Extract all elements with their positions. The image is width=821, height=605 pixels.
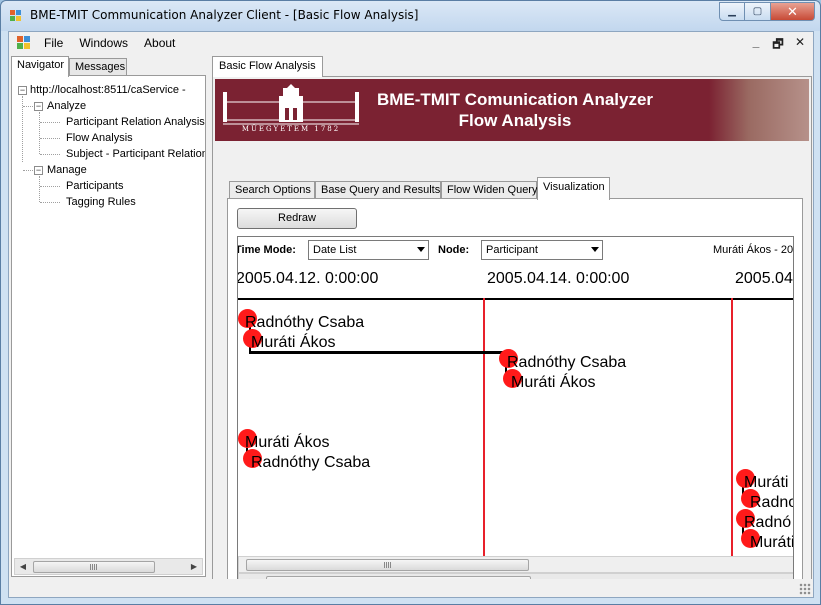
tab-flow-widen-query[interactable]: Flow Widen Query: [441, 181, 537, 199]
tree-node-service[interactable]: http://localhost:8511/caService -: [30, 82, 186, 98]
tree-node-subject-participant-relation[interactable]: Subject - Participant Relation: [66, 146, 205, 162]
scroll-thumb[interactable]: [246, 559, 529, 571]
app-window: BME-TMIT Communication Analyzer Client -…: [0, 0, 821, 605]
tab-search-options[interactable]: Search Options: [229, 181, 315, 199]
node-label-text: Radno: [750, 494, 794, 511]
navigator-panel: − http://localhost:8511/caService - − An…: [11, 75, 206, 577]
mdi-minimize-icon[interactable]: _: [749, 35, 763, 56]
banner-photo: [709, 79, 809, 141]
scroll-left-icon[interactable]: ◀: [15, 559, 31, 574]
collapse-icon[interactable]: −: [34, 166, 43, 175]
tab-navigator[interactable]: Navigator: [11, 56, 69, 77]
node-label-text: Radnóthy Csaba: [245, 314, 365, 331]
tab-messages[interactable]: Messages: [69, 58, 127, 76]
node-label-text: Muráti Ákos: [245, 434, 330, 451]
visualization-page: Redraw Time Mode: Date List Node: Partic…: [227, 198, 803, 595]
navigator-tree[interactable]: − http://localhost:8511/caService - − An…: [18, 82, 205, 552]
collapse-icon[interactable]: −: [18, 86, 27, 95]
resize-grip-icon[interactable]: [799, 583, 811, 595]
redraw-button[interactable]: Redraw: [237, 208, 357, 229]
scroll-right-icon[interactable]: ▶: [186, 559, 202, 574]
node-label-text: Muráti Ákos: [511, 374, 596, 391]
visualization-canvas[interactable]: Time Mode: Date List Node: Participant M…: [237, 236, 794, 591]
scroll-thumb[interactable]: [33, 561, 155, 573]
menu-file[interactable]: File: [44, 36, 63, 50]
tree-node-analyze[interactable]: Analyze: [47, 98, 86, 114]
tree-node-participants[interactable]: Participants: [66, 178, 123, 194]
window-title: BME-TMIT Communication Analyzer Client -…: [30, 8, 419, 22]
date-label: 2005.04: [735, 270, 793, 287]
node-label-text: Radnóthy Csaba: [251, 454, 371, 471]
tab-basic-flow-analysis[interactable]: Basic Flow Analysis: [212, 56, 323, 77]
node-select[interactable]: Participant: [481, 240, 603, 260]
mdi-close-icon[interactable]: ✕: [793, 35, 807, 56]
time-mode-select[interactable]: Date List: [308, 240, 429, 260]
time-mode-label: Time Mode:: [237, 244, 296, 256]
tree-node-flow-analysis[interactable]: Flow Analysis: [66, 130, 133, 146]
tab-base-query-results[interactable]: Base Query and Results: [315, 181, 441, 199]
tab-visualization[interactable]: Visualization: [537, 177, 610, 200]
client-area: File Windows About _ 🗗 ✕ Navigator Messa…: [8, 31, 814, 598]
title-bar[interactable]: BME-TMIT Communication Analyzer Client -…: [1, 1, 820, 31]
tree-node-participant-relation-analysis[interactable]: Participant Relation Analysis: [66, 114, 205, 130]
app-icon[interactable]: [10, 10, 22, 22]
dropdown-arrow-icon: [417, 247, 425, 252]
tree-node-tagging-rules[interactable]: Tagging Rules: [66, 194, 136, 210]
tree-node-manage[interactable]: Manage: [47, 162, 87, 178]
minimize-icon[interactable]: ▁: [719, 2, 745, 21]
menu-bar: File Windows About _ 🗗 ✕: [9, 32, 813, 54]
menu-windows[interactable]: Windows: [79, 36, 128, 50]
mdi-child-icon[interactable]: [16, 35, 32, 51]
banner-title: BME-TMIT Comunication Analyzer Flow Anal…: [376, 90, 654, 130]
collapse-icon[interactable]: −: [34, 102, 43, 111]
date-label: 2005.04.14. 0:00:00: [487, 270, 630, 287]
menu-about[interactable]: About: [144, 36, 175, 50]
node-label-text: Radnóthy Csaba: [507, 354, 627, 371]
node-label: Node:: [438, 244, 470, 256]
banner: MŰEGYETEM 1782 BME-TMIT Comunication Ana…: [215, 79, 809, 141]
timeline-axis: [238, 298, 793, 300]
close-icon[interactable]: ✕: [771, 2, 815, 21]
status-bar: [9, 579, 813, 597]
navigator-hscrollbar[interactable]: ◀ ▶: [14, 558, 203, 575]
date-label: 2005.04.12. 0:00:00: [237, 270, 379, 287]
mdi-restore-icon[interactable]: 🗗: [771, 35, 785, 56]
time-divider: [731, 298, 733, 558]
selection-status: Muráti Ákos - 2005: [713, 244, 794, 256]
time-divider: [483, 298, 485, 558]
canvas-hscrollbar[interactable]: [238, 556, 793, 573]
node-label-text: Muráti: [750, 534, 794, 551]
logo-caption: MŰEGYETEM 1782: [241, 125, 341, 133]
dropdown-arrow-icon: [591, 247, 599, 252]
maximize-icon[interactable]: ▢: [745, 2, 771, 21]
document-area: MŰEGYETEM 1782 BME-TMIT Comunication Ana…: [212, 76, 812, 597]
node-label-text: Muráti Ákos: [251, 334, 336, 351]
